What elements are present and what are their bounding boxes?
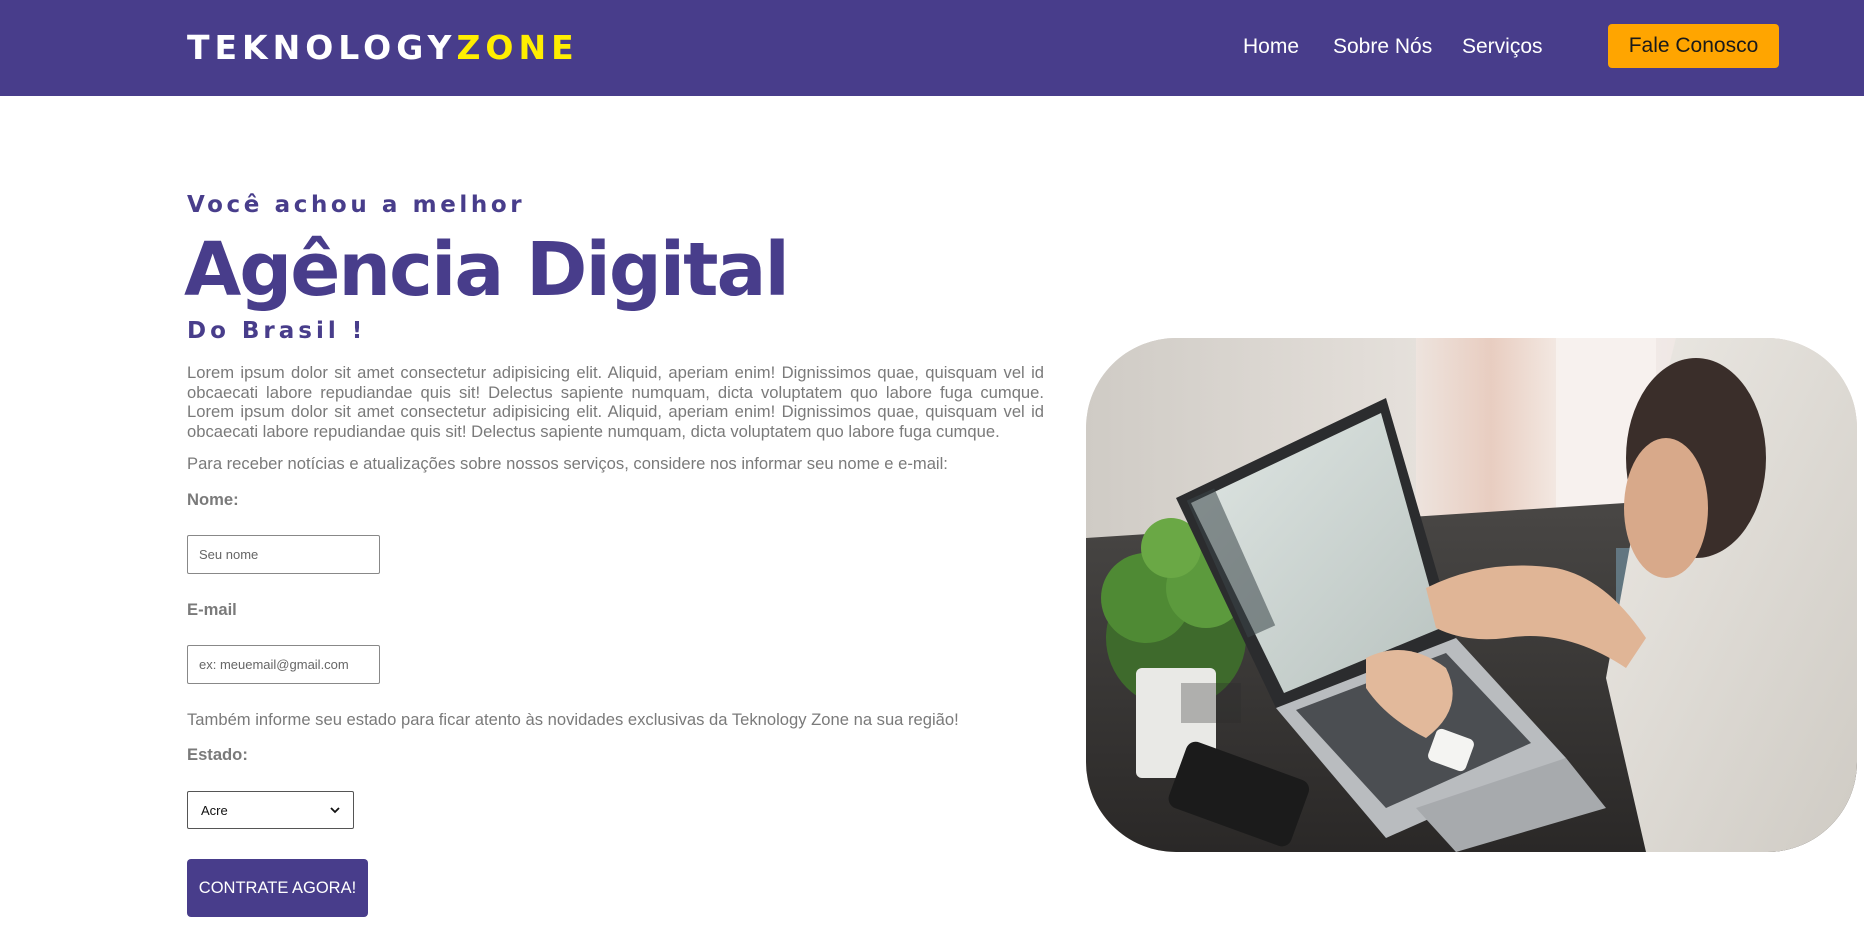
fale-conosco-button[interactable]: Fale Conosco [1608,24,1779,68]
nav-link-home[interactable]: Home [1243,34,1299,60]
state-label: Estado: [187,745,248,764]
hero-subline: Do Brasil ! [187,318,367,344]
contrate-agora-button[interactable]: CONTRATE AGORA! [187,859,368,917]
site-logo[interactable]: TEKNOLOGYZONE [187,28,579,68]
hero-eyebrow: Você achou a melhor [187,192,526,218]
region-text: Também informe seu estado para ficar ate… [187,710,959,729]
nav-link-sobre-nos[interactable]: Sobre Nós [1333,34,1432,60]
form-intro-text: Para receber notícias e atualizações sob… [187,454,948,473]
site-header: TEKNOLOGYZONE Home Sobre Nós Serviços Fa… [0,0,1864,96]
hero-paragraph: Lorem ipsum dolor sit amet consectetur a… [187,363,1044,441]
nav-link-servicos[interactable]: Serviços [1462,34,1543,60]
logo-accent-text: ZONE [456,28,579,67]
state-select[interactable]: Acre [187,791,354,829]
logo-main-text: TEKNOLOGY [187,28,457,67]
name-label: Nome: [187,490,239,509]
email-input[interactable] [187,645,380,684]
email-label: E-mail [187,600,237,619]
hero-headline: Agência Digital [184,227,790,313]
state-selected-value: Acre [201,802,228,818]
hero-photo [1086,338,1857,852]
name-input[interactable] [187,535,380,574]
chevron-down-icon [330,806,340,813]
